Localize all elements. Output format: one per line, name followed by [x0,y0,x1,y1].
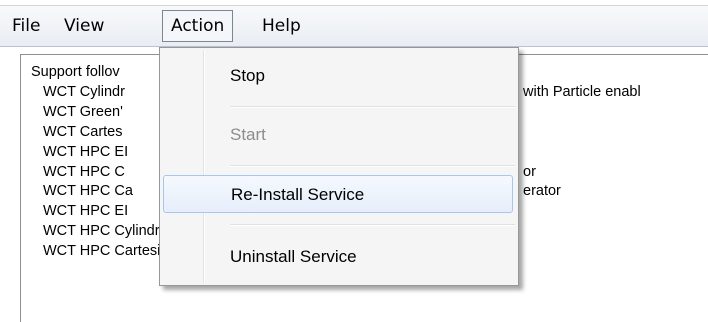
menu-separator [230,224,515,226]
action-dropdown-menu: Stop Start Re-Install Service Uninstall … [159,47,519,286]
menu-item-start: Start [230,125,266,144]
text-fragment: with Particle enabl [523,84,641,100]
text-line: WCT HPC Ca [43,183,133,199]
text-line: WCT HPC EI [43,203,129,219]
text-fragment: erator [523,183,561,199]
menu-separator [230,106,515,108]
menu-help[interactable]: Help [254,10,309,42]
menu-separator [230,165,515,167]
menu-action[interactable]: Action [162,10,234,42]
menu-file[interactable]: File [4,10,48,42]
text-line: WCT Cylindr [43,84,125,100]
text-line: WCT Green' [43,104,123,120]
text-line: Support follov [31,64,120,80]
menu-view[interactable]: View [56,10,112,42]
text-line: WCT HPC EI [43,144,129,160]
menu-item-stop[interactable]: Stop [163,57,513,95]
menu-item-reinstall-service[interactable]: Re-Install Service [163,175,513,213]
menu-item-uninstall-service[interactable]: Uninstall Service [163,238,513,276]
text-line: WCT HPC C [43,164,125,180]
text-line: WCT Cartes [43,124,123,140]
text-fragment: or [523,164,536,180]
menu-bar: File View Action Help [0,6,708,47]
